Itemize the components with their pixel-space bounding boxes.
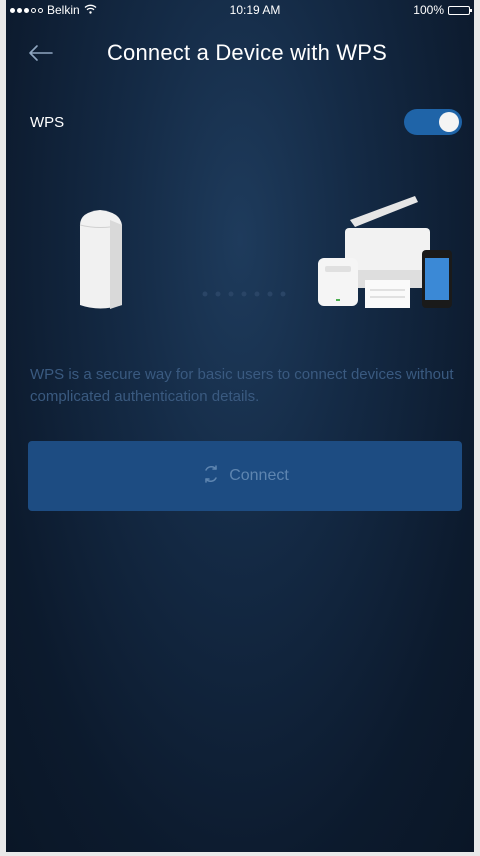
dotted-connection-icon <box>202 291 286 297</box>
clock: 10:19 AM <box>229 3 281 17</box>
carrier-name: Belkin <box>47 3 80 17</box>
printer-extender-phone-icon <box>318 196 452 308</box>
wps-setting-row: WPS <box>30 108 462 136</box>
status-bar: Belkin 10:19 AM 100% <box>10 0 472 20</box>
wps-description: WPS is a secure way for basic users to c… <box>30 366 454 405</box>
header: Connect a Device with WPS <box>0 30 480 76</box>
right-frame <box>474 0 480 856</box>
battery-percent: 100% <box>413 3 444 17</box>
wps-label: WPS <box>30 113 65 131</box>
connect-button[interactable]: Connect <box>28 441 462 511</box>
status-right: 100% <box>413 3 472 17</box>
connect-button-label: Connect <box>229 467 289 484</box>
page-title: Connect a Device with WPS <box>106 40 388 65</box>
signal-strength-icon <box>10 7 43 13</box>
bottom-frame <box>0 852 480 856</box>
router-node-icon <box>79 210 123 309</box>
left-frame <box>0 0 6 856</box>
wps-icon <box>201 464 221 489</box>
toggle-knob <box>439 112 459 132</box>
wps-toggle[interactable] <box>404 109 462 135</box>
wifi-icon <box>84 3 97 17</box>
wps-illustration <box>0 180 480 340</box>
status-left: Belkin <box>10 3 97 17</box>
battery-icon <box>448 5 472 15</box>
